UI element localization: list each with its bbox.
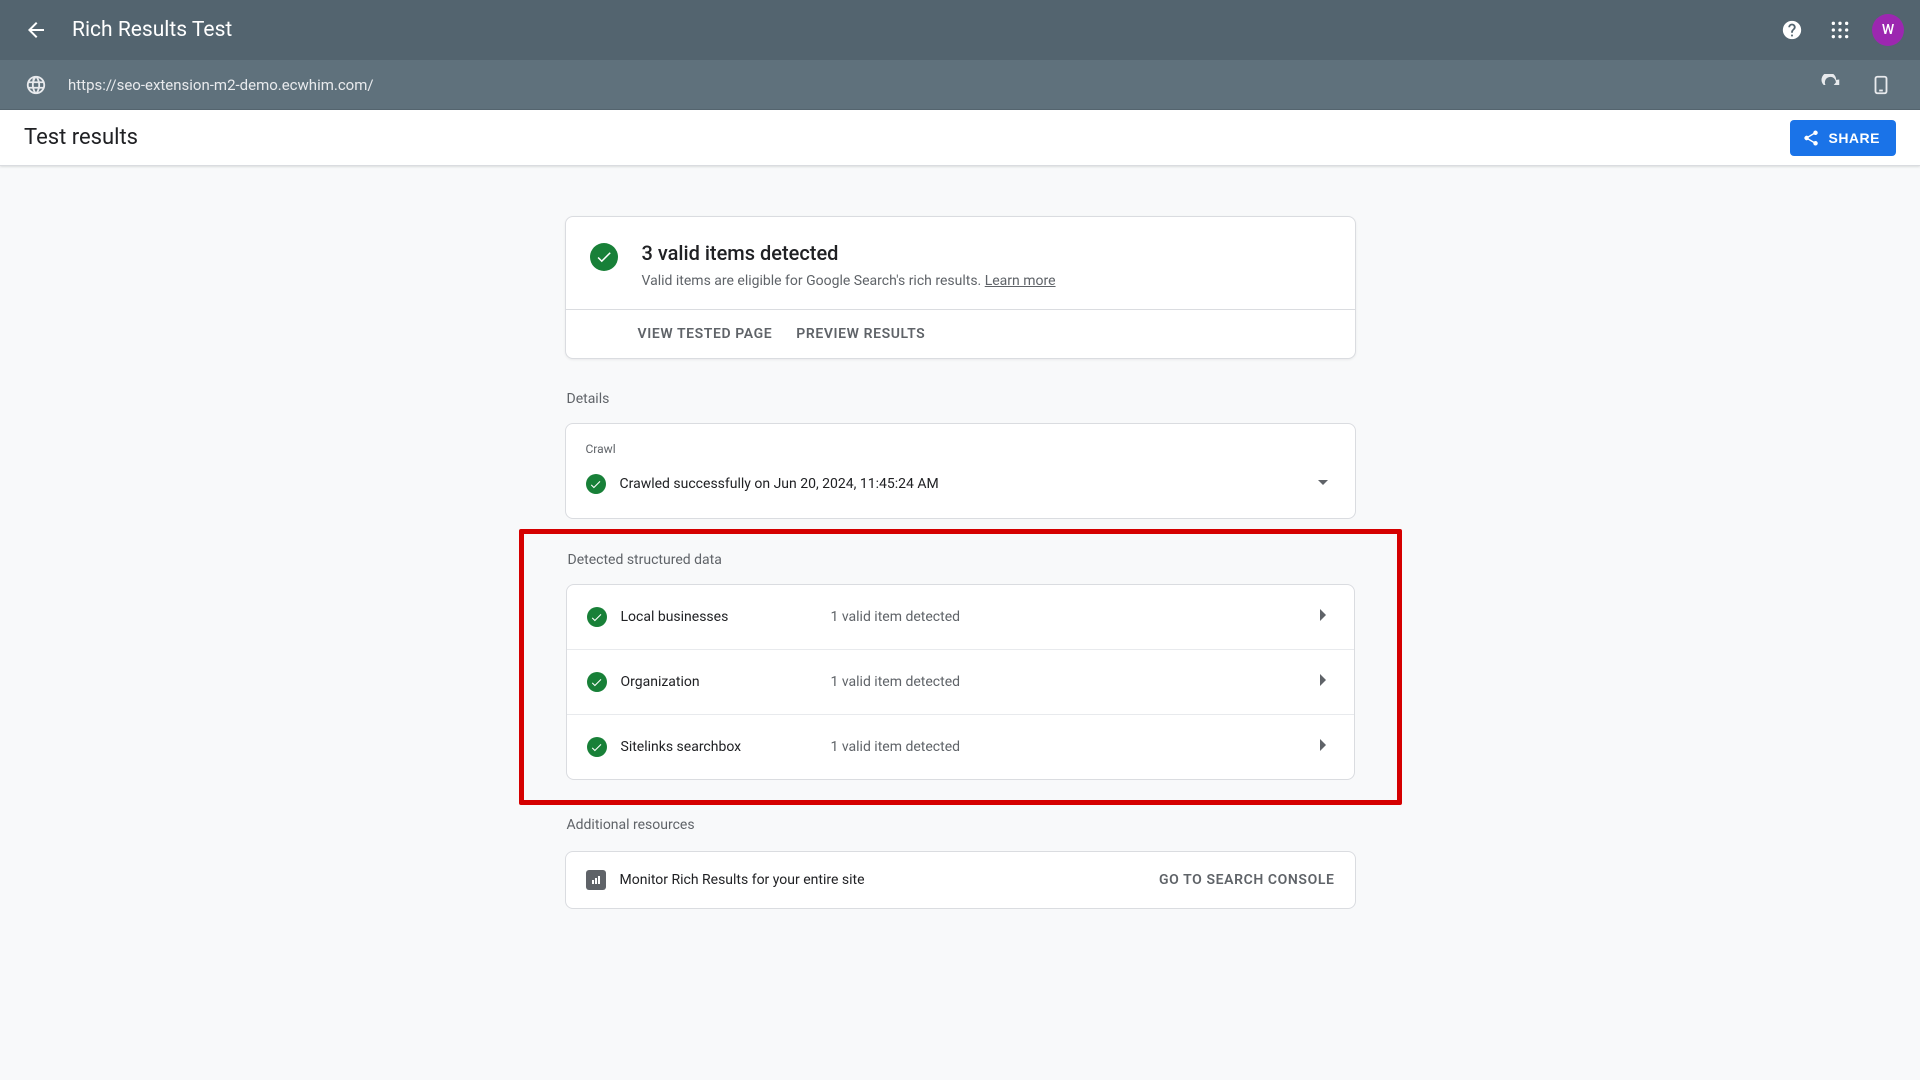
structured-data-row-organization[interactable]: Organization 1 valid item detected <box>567 650 1354 715</box>
reload-button[interactable] <box>1808 62 1854 108</box>
sd-name: Local businesses <box>621 609 831 625</box>
back-button[interactable] <box>16 10 56 50</box>
resource-card: Monitor Rich Results for your entire sit… <box>565 851 1356 909</box>
structured-data-card: Local businesses 1 valid item detected O… <box>566 584 1355 780</box>
preview-results-button[interactable]: PREVIEW RESULTS <box>796 326 925 342</box>
globe-icon-wrap <box>16 65 56 105</box>
chevron-right-icon <box>1310 733 1334 761</box>
crawl-text: Crawled successfully on Jun 20, 2024, 11… <box>620 476 1311 492</box>
sd-detail: 1 valid item detected <box>831 674 1310 690</box>
check-circle-icon <box>590 243 618 271</box>
help-button[interactable] <box>1768 6 1816 54</box>
crawl-label: Crawl <box>566 424 1355 460</box>
share-button[interactable]: SHARE <box>1790 120 1896 156</box>
check-circle-icon <box>587 737 607 757</box>
page-title: Test results <box>24 125 138 150</box>
apps-icon <box>1830 20 1850 40</box>
sd-name: Sitelinks searchbox <box>621 739 831 755</box>
sd-detail: 1 valid item detected <box>831 609 1310 625</box>
details-label: Details <box>567 391 1356 407</box>
summary-title: 3 valid items detected <box>642 241 1056 265</box>
check-circle-icon <box>586 474 606 494</box>
smartphone-icon <box>1870 74 1892 96</box>
summary-card: 3 valid items detected Valid items are e… <box>565 216 1356 359</box>
highlight-annotation: Detected structured data Local businesse… <box>519 529 1402 805</box>
learn-more-link[interactable]: Learn more <box>985 273 1056 289</box>
chevron-right-icon <box>1310 603 1334 631</box>
go-to-search-console-link[interactable]: GO TO SEARCH CONSOLE <box>1159 872 1334 888</box>
resource-row: Monitor Rich Results for your entire sit… <box>566 852 1355 908</box>
globe-icon <box>25 74 47 96</box>
structured-data-row-local-businesses[interactable]: Local businesses 1 valid item detected <box>567 585 1354 650</box>
crawl-card: Crawl Crawled successfully on Jun 20, 20… <box>565 423 1356 519</box>
resource-text: Monitor Rich Results for your entire sit… <box>620 872 1160 888</box>
summary-subtitle: Valid items are eligible for Google Sear… <box>642 273 1056 289</box>
expand-more-icon <box>1311 470 1335 498</box>
sd-name: Organization <box>621 674 831 690</box>
sd-detail: 1 valid item detected <box>831 739 1310 755</box>
chevron-right-icon <box>1310 668 1334 696</box>
structured-data-label: Detected structured data <box>568 552 1355 568</box>
help-icon <box>1781 19 1803 41</box>
view-tested-page-button[interactable]: VIEW TESTED PAGE <box>638 326 773 342</box>
app-title: Rich Results Test <box>72 18 232 42</box>
avatar[interactable]: W <box>1872 14 1904 46</box>
url-text[interactable]: https://seo-extension-m2-demo.ecwhim.com… <box>68 76 1808 94</box>
url-bar: https://seo-extension-m2-demo.ecwhim.com… <box>0 60 1920 110</box>
reload-icon <box>1820 74 1842 96</box>
additional-resources-label: Additional resources <box>567 817 1356 833</box>
analytics-icon <box>586 870 606 890</box>
apps-button[interactable] <box>1816 6 1864 54</box>
sub-header: Test results SHARE <box>0 110 1920 166</box>
app-header: Rich Results Test W <box>0 0 1920 60</box>
share-label: SHARE <box>1828 130 1880 146</box>
crawl-row[interactable]: Crawled successfully on Jun 20, 2024, 11… <box>566 460 1355 518</box>
check-circle-icon <box>587 607 607 627</box>
device-button[interactable] <box>1858 62 1904 108</box>
share-icon <box>1802 129 1820 147</box>
structured-data-row-sitelinks-searchbox[interactable]: Sitelinks searchbox 1 valid item detecte… <box>567 715 1354 779</box>
check-circle-icon <box>587 672 607 692</box>
arrow-back-icon <box>24 18 48 42</box>
